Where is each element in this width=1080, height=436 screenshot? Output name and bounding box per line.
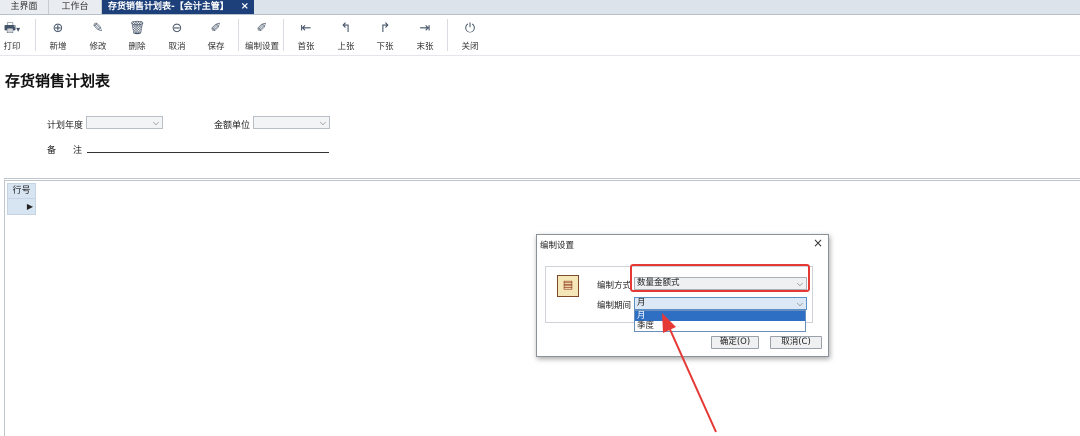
annotation-arrow [662,313,717,433]
